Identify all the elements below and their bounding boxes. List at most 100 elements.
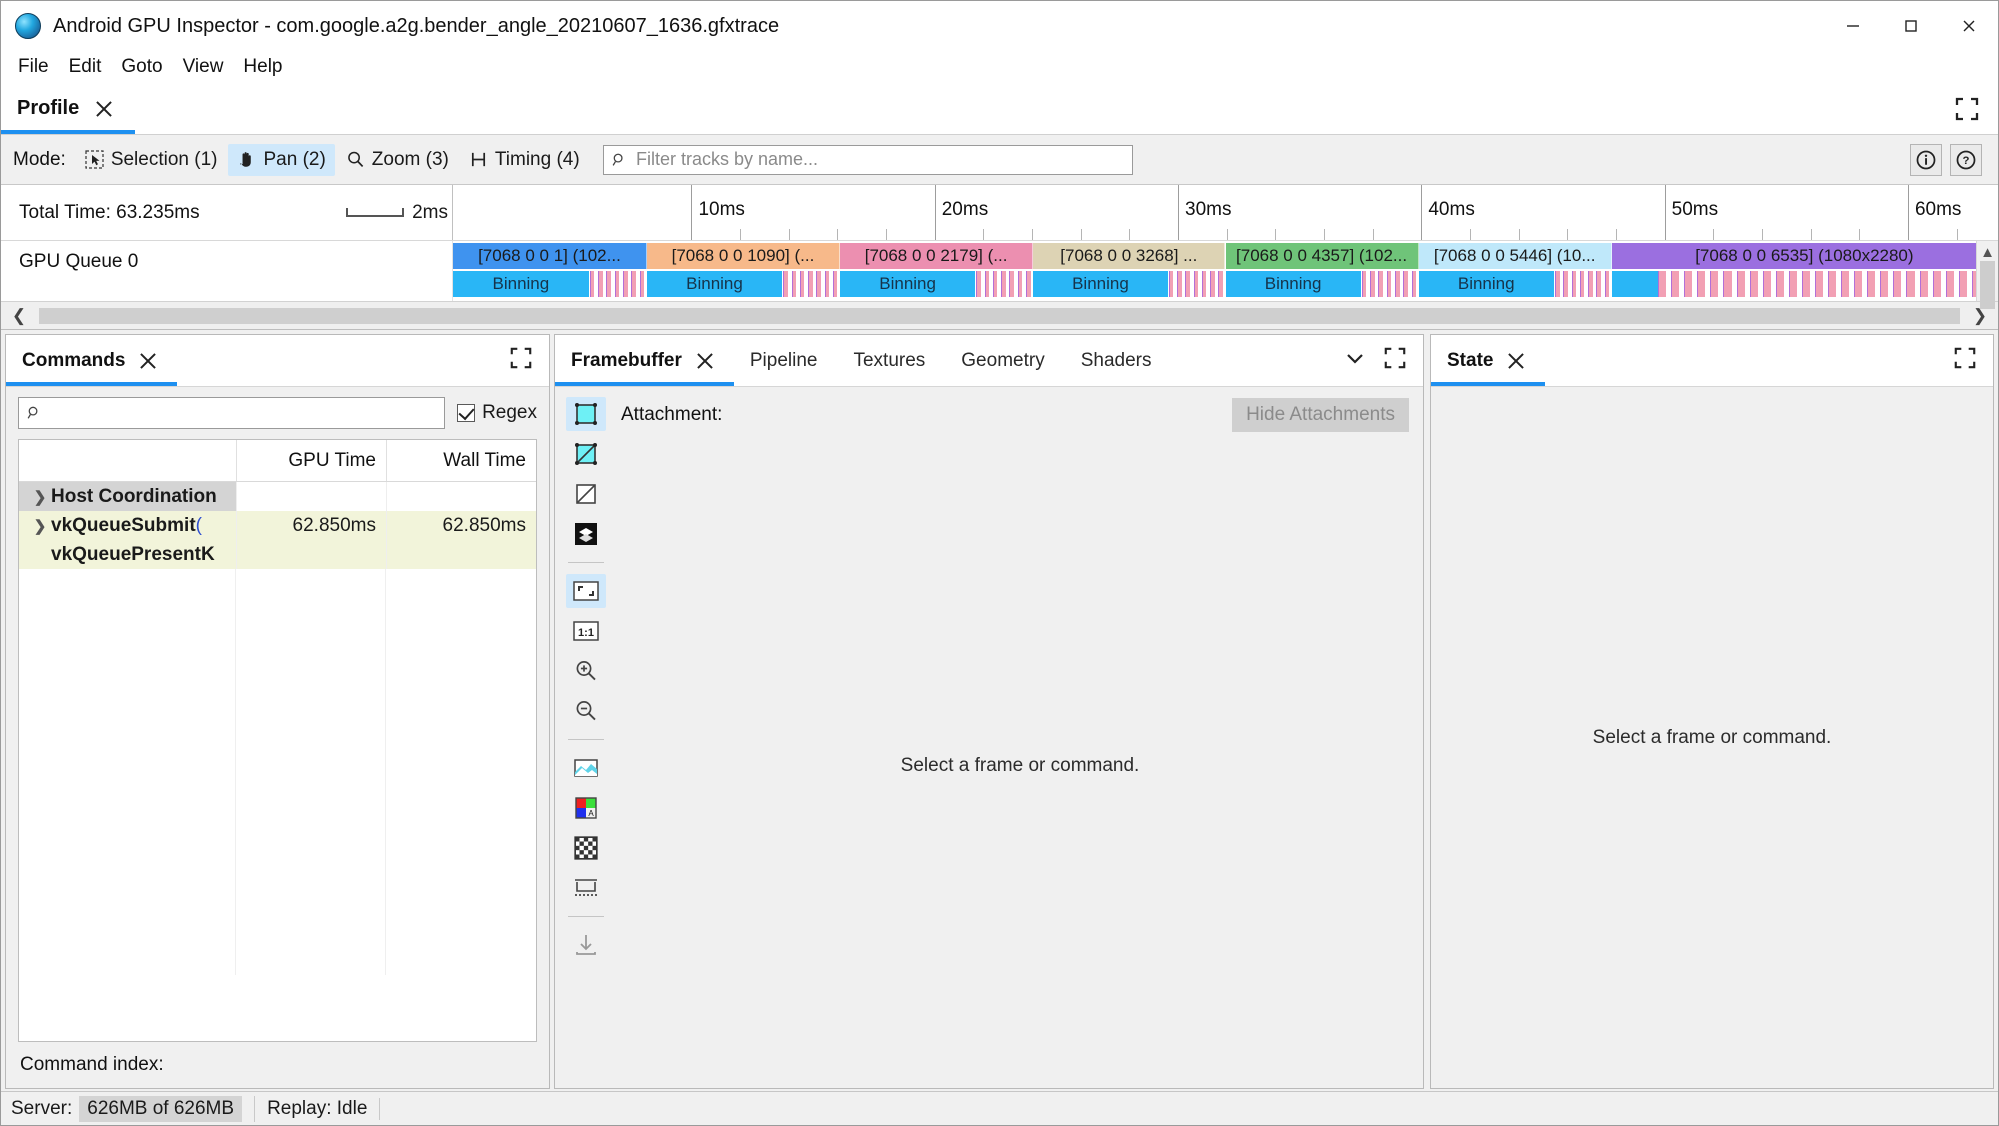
mode-timing-button[interactable]: Timing (4): [460, 144, 589, 176]
regex-checkbox-label: Regex: [482, 402, 537, 423]
expand-fullscreen-icon[interactable]: [1954, 83, 1980, 134]
hscroll-thumb[interactable]: [39, 307, 1941, 324]
state-expand-fullscreen-icon[interactable]: [1953, 346, 1977, 376]
maximize-icon[interactable]: [1882, 1, 1940, 51]
row-name-label: vkQueueSubmit: [51, 514, 196, 536]
hide-attachments-button[interactable]: Hide Attachments: [1232, 398, 1409, 432]
timeline-subslice-binning[interactable]: Binning: [646, 271, 783, 297]
tab-profile[interactable]: Profile: [1, 83, 136, 134]
depth-attachment-icon[interactable]: [566, 437, 606, 471]
mode-zoom-label: Zoom (3): [371, 148, 449, 170]
timeline-render-stripes[interactable]: [782, 271, 840, 297]
table-row[interactable]: ❯vkQueuePresentK: [19, 540, 536, 569]
timeline-slice[interactable]: [7068 0 0 5446] (10...: [1418, 243, 1612, 269]
checkerboard-background-icon[interactable]: [566, 831, 606, 865]
timeline-subslice-binning[interactable]: Binning: [840, 271, 976, 297]
timeline-render-stripes[interactable]: [1554, 271, 1612, 297]
stencil-attachment-icon[interactable]: [566, 477, 606, 511]
menu-item-goto[interactable]: Goto: [112, 53, 171, 81]
zoom-out-icon[interactable]: [566, 694, 606, 728]
main-tab-strip: Profile: [1, 83, 1998, 135]
help-circle-icon[interactable]: ?: [1950, 143, 1982, 176]
close-icon[interactable]: [1940, 1, 1998, 51]
chevron-right-icon[interactable]: ❯: [29, 488, 51, 506]
timeline: Total Time: 63.235ms 2ms 10ms 20ms 30ms 40m…: [1, 185, 1998, 330]
tab-state[interactable]: State: [1431, 335, 1546, 386]
menu-item-edit[interactable]: Edit: [60, 53, 111, 81]
zoom-in-icon[interactable]: [566, 654, 606, 688]
commands-tab-strip: Commands: [6, 335, 549, 387]
tab-shaders[interactable]: Shaders: [1065, 335, 1172, 386]
timeline-slice[interactable]: [7068 0 0 4357] (102...: [1225, 243, 1419, 269]
timeline-subslice-binning[interactable]: Binning: [1033, 271, 1168, 297]
table-empty-row: [19, 801, 536, 830]
tab-commands-label: Commands: [22, 349, 126, 371]
timeline-subslice-binning[interactable]: Binning: [1418, 271, 1554, 297]
table-row[interactable]: ❯ vkQueueSubmit(62.850ms 62.850ms: [19, 511, 536, 540]
gpu-queue-track-header[interactable]: GPU Queue 0: [1, 241, 453, 301]
color-channels-icon[interactable]: A: [566, 791, 606, 825]
mode-zoom-button[interactable]: Zoom (3): [337, 144, 458, 176]
timeline-slice[interactable]: [7068 0 0 3268] ...: [1033, 243, 1226, 269]
tab-geometry[interactable]: Geometry: [945, 335, 1064, 386]
framebuffer-expand-fullscreen-icon[interactable]: [1383, 346, 1407, 376]
wireframe-overlay-icon[interactable]: [566, 871, 606, 905]
vscroll-thumb[interactable]: [1980, 261, 1995, 309]
commands-expand-fullscreen-icon[interactable]: [509, 346, 533, 376]
regex-checkbox-box[interactable]: [457, 404, 476, 422]
actual-size-1-to-1-icon[interactable]: 1:1: [566, 614, 606, 648]
menu-item-help[interactable]: Help: [234, 53, 291, 81]
tab-profile-close-icon[interactable]: [95, 100, 113, 118]
tab-pipeline[interactable]: Pipeline: [734, 335, 838, 386]
timeline-render-stripes[interactable]: [1168, 271, 1226, 297]
tab-state-close-icon[interactable]: [1507, 352, 1525, 370]
column-header-gpu-time[interactable]: GPU Time: [236, 440, 386, 481]
gpu-queue-slices[interactable]: [7068 0 0 1] (102... Binning [7068 0 0 109…: [453, 241, 1998, 301]
column-header-wall-time[interactable]: Wall Time: [386, 440, 536, 481]
timeline-render-stripes[interactable]: [589, 271, 647, 297]
timeline-ruler-ticks[interactable]: 10ms 20ms 30ms 40ms 50ms 60ms: [453, 185, 1998, 240]
histogram-icon[interactable]: [566, 751, 606, 785]
menu-item-file[interactable]: File: [9, 53, 58, 81]
filter-tracks-input[interactable]: [633, 148, 1124, 171]
commands-search-field[interactable]: [18, 397, 446, 429]
save-download-icon[interactable]: [566, 928, 606, 962]
timeline-render-stripes[interactable]: [975, 271, 1033, 297]
tab-framebuffer[interactable]: Framebuffer: [555, 335, 734, 386]
regex-checkbox[interactable]: Regex: [457, 402, 537, 424]
timeline-vscrollbar[interactable]: ▲ ▼: [1976, 241, 1998, 309]
color-attachment-icon[interactable]: [566, 397, 606, 431]
layers-icon[interactable]: [566, 517, 606, 551]
timeline-slice[interactable]: [7068 0 0 2179] (...: [840, 243, 1034, 269]
chevron-right-icon[interactable]: ❯: [29, 517, 51, 535]
commands-tab-actions: [509, 335, 549, 386]
info-circle-icon[interactable]: [1910, 143, 1942, 176]
fit-to-window-icon[interactable]: [566, 574, 606, 608]
column-header-name[interactable]: [19, 440, 236, 481]
minimize-icon[interactable]: [1824, 1, 1882, 51]
filter-tracks-field[interactable]: [602, 144, 1133, 175]
commands-search-input[interactable]: [49, 401, 437, 425]
mode-selection-button[interactable]: Selection (1): [76, 144, 227, 176]
timeline-subslice-binning[interactable]: Binning: [453, 271, 589, 297]
tab-textures[interactable]: Textures: [837, 335, 945, 386]
timeline-slice[interactable]: [7068 0 0 1090] (...: [646, 243, 841, 269]
timeline-slice[interactable]: [7068 0 0 6535] (1080x2280): [1611, 243, 1998, 269]
timeline-render-stripes[interactable]: [1658, 271, 1998, 297]
table-empty-row: [19, 830, 536, 859]
table-row[interactable]: ❯ Host Coordination: [19, 482, 536, 511]
tab-framebuffer-close-icon[interactable]: [696, 352, 714, 370]
timeline-hscrollbar[interactable]: ❮ ❯: [1, 301, 1998, 329]
tab-commands-close-icon[interactable]: [139, 352, 157, 370]
chevron-down-icon[interactable]: [1343, 346, 1367, 376]
timeline-slice[interactable]: [7068 0 0 1] (102...: [453, 243, 647, 269]
tab-commands[interactable]: Commands: [6, 335, 178, 386]
menu-item-view[interactable]: View: [174, 53, 233, 81]
timeline-render-stripes[interactable]: [1361, 271, 1419, 297]
chevron-left-icon[interactable]: ❮: [1, 306, 37, 326]
mode-pan-button[interactable]: Pan (2): [228, 143, 335, 176]
framebuffer-body: 1:1 A Attachment: Hide Attachments Selec…: [555, 387, 1423, 1088]
timeline-subslice-binning[interactable]: [1611, 271, 1659, 297]
timeline-subslice-binning[interactable]: Binning: [1225, 271, 1361, 297]
hscroll-track[interactable]: [39, 307, 1960, 324]
